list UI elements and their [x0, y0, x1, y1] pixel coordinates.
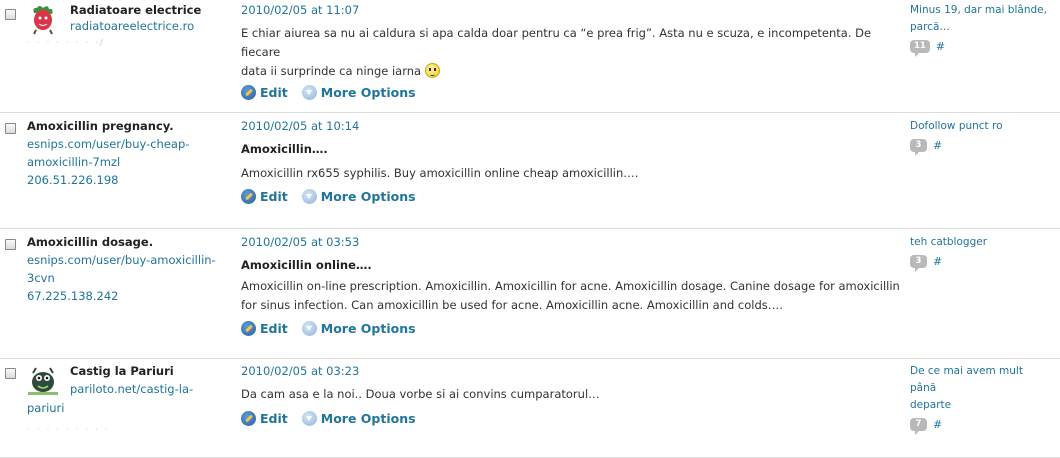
comment-content: 2010/02/05 at 11:07 E chiar aiurea sa nu… [241, 3, 901, 100]
chevron-down-icon [301, 85, 317, 100]
edit-button[interactable]: Edit [241, 85, 288, 100]
comment-body: Amoxicillin rx655 syphilis. Buy amoxicil… [241, 166, 639, 180]
author-url-link[interactable]: esnips.com/user/buy-cheap-amoxicillin-7m… [27, 135, 227, 171]
comment-row: Amoxicillin pregnancy. esnips.com/user/b… [0, 113, 1060, 229]
post-column: De ce mai avem mult până departe 7 # [910, 363, 1050, 435]
post-column: Dofollow punct ro 3 # [910, 118, 1050, 156]
comment-body: E chiar aiurea sa nu ai caldura si apa c… [241, 26, 872, 78]
select-checkbox[interactable] [5, 239, 16, 250]
author-block: Amoxicillin dosage. esnips.com/user/buy-… [27, 235, 227, 305]
faded-author-text: · · · · · · · ·/ [27, 38, 105, 48]
pencil-icon [241, 411, 256, 426]
more-options-button[interactable]: More Options [301, 411, 416, 426]
comment-count-badge[interactable]: 3 [910, 139, 927, 156]
comment-count-badge[interactable]: 11 [910, 40, 930, 57]
select-checkbox[interactable] [5, 9, 16, 20]
comment-row: Radiatoare electrice radiatoareelectrice… [0, 0, 1060, 113]
comment-count-badge[interactable]: 7 [910, 418, 927, 435]
author-url-link[interactable]: pariloto.net/castig-la- [70, 380, 230, 398]
more-options-button[interactable]: More Options [301, 321, 416, 336]
comment-actions: Edit More Options [241, 85, 901, 100]
author-block: Radiatoare electrice radiatoareelectrice… [70, 3, 230, 35]
edit-button[interactable]: Edit [241, 189, 288, 204]
comment-date-link[interactable]: 2010/02/05 at 11:07 [241, 3, 901, 17]
more-options-button[interactable]: More Options [301, 189, 416, 204]
comment-content: 2010/02/05 at 03:53 Amoxicillin online….… [241, 235, 901, 336]
comment-body: Da cam asa e la noi.. Doua vorbe si ai c… [241, 387, 600, 401]
post-anchor-link[interactable]: # [933, 253, 942, 270]
comment-date-link[interactable]: 2010/02/05 at 03:53 [241, 235, 901, 249]
select-checkbox[interactable] [5, 123, 16, 134]
post-title-link[interactable]: Minus 19, dar mai blânde, parcă… [910, 2, 1050, 36]
comment-date-link[interactable]: 2010/02/05 at 10:14 [241, 119, 901, 133]
select-checkbox[interactable] [5, 368, 16, 379]
comment-row: Amoxicillin dosage. esnips.com/user/buy-… [0, 229, 1060, 359]
comment-row: Castig la Pariuri pariloto.net/castig-la… [0, 359, 1060, 458]
comment-date-link[interactable]: 2010/02/05 at 03:23 [241, 364, 901, 378]
author-name: Castig la Pariuri [70, 364, 174, 378]
author-name: Amoxicillin pregnancy. [27, 119, 174, 133]
more-options-button[interactable]: More Options [301, 85, 416, 100]
author-url-link[interactable]: radiatoareelectrice.ro [70, 17, 230, 35]
post-column: Minus 19, dar mai blânde, parcă… 11 # [910, 2, 1050, 57]
chevron-down-icon [301, 189, 317, 204]
comment-content: 2010/02/05 at 03:23 Da cam asa e la noi.… [241, 364, 901, 426]
chevron-down-icon [301, 321, 317, 336]
author-url-link[interactable]: esnips.com/user/buy-amoxicillin- 3cvn [27, 251, 227, 287]
comment-content: 2010/02/05 at 10:14 Amoxicillin…. Amoxic… [241, 119, 901, 204]
post-title-link[interactable]: De ce mai avem mult până departe [910, 363, 1050, 414]
author-ip-link[interactable]: 67.225.138.242 [27, 287, 227, 305]
edit-button[interactable]: Edit [241, 411, 288, 426]
post-anchor-link[interactable]: # [936, 38, 945, 55]
author-name: Amoxicillin dosage. [27, 235, 154, 249]
comment-subject: Amoxicillin online…. [241, 258, 372, 272]
post-anchor-link[interactable]: # [933, 137, 942, 154]
faded-author-text: · · · · · · · · · [27, 425, 110, 435]
author-block: Castig la Pariuri pariloto.net/castig-la… [70, 364, 230, 398]
author-block: Amoxicillin pregnancy. esnips.com/user/b… [27, 119, 227, 189]
comment-body: Amoxicillin on-line prescription. Amoxic… [241, 279, 900, 312]
avatar [27, 3, 59, 35]
author-url-link-continued[interactable]: pariuri [27, 399, 64, 417]
author-ip-link[interactable]: 206.51.226.198 [27, 171, 227, 189]
post-column: teh catblogger 3 # [910, 234, 1050, 272]
post-title-link[interactable]: Dofollow punct ro [910, 118, 1050, 135]
comment-actions: Edit More Options [241, 411, 901, 426]
comment-actions: Edit More Options [241, 189, 901, 204]
pencil-icon [241, 321, 256, 336]
comment-count-badge[interactable]: 3 [910, 255, 927, 272]
edit-button[interactable]: Edit [241, 321, 288, 336]
comment-subject: Amoxicillin…. [241, 142, 328, 156]
author-name: Radiatoare electrice [70, 3, 202, 17]
pencil-icon [241, 85, 256, 100]
comment-actions: Edit More Options [241, 321, 901, 336]
chevron-down-icon [301, 411, 317, 426]
avatar [27, 364, 59, 396]
post-anchor-link[interactable]: # [933, 416, 942, 433]
post-title-link[interactable]: teh catblogger [910, 234, 1050, 251]
smiley-icon [424, 63, 440, 78]
pencil-icon [241, 189, 256, 204]
